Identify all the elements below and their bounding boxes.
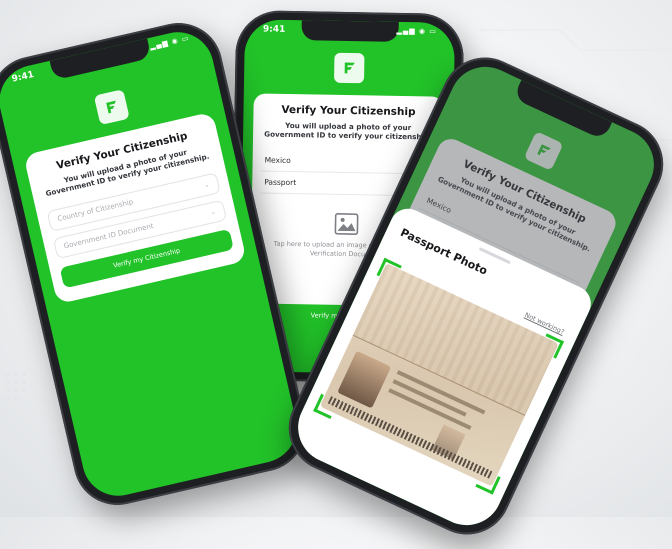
card-title: Verify Your Citizenship	[281, 103, 416, 119]
status-icons: ▂▄▆ ◉ ▭	[396, 26, 437, 36]
status-time: 9:41	[10, 69, 36, 85]
phone-notch	[49, 38, 152, 81]
card-subtitle: You will upload a photo of your Governme…	[264, 120, 432, 142]
passport-portrait	[337, 351, 391, 409]
status-time: 9:41	[262, 24, 286, 35]
brand-f-logo-icon	[93, 89, 130, 126]
status-icons: ▂▄▆ ◉ ▭	[149, 34, 191, 51]
passport-mrz	[327, 396, 493, 479]
chevron-down-icon: ⌄	[209, 207, 217, 217]
document-placeholder: Government ID Document	[63, 222, 155, 251]
verify-card: Verify Your Citizenship You will upload …	[23, 111, 247, 305]
country-value: Mexico	[264, 155, 291, 165]
passport-image	[319, 263, 559, 487]
brand-f-logo-icon	[333, 52, 365, 84]
document-value: Passport	[264, 177, 297, 187]
phone-notch	[301, 20, 399, 42]
chevron-down-icon: ⌄	[203, 180, 211, 190]
country-placeholder: Country of Citizenship	[56, 198, 134, 224]
